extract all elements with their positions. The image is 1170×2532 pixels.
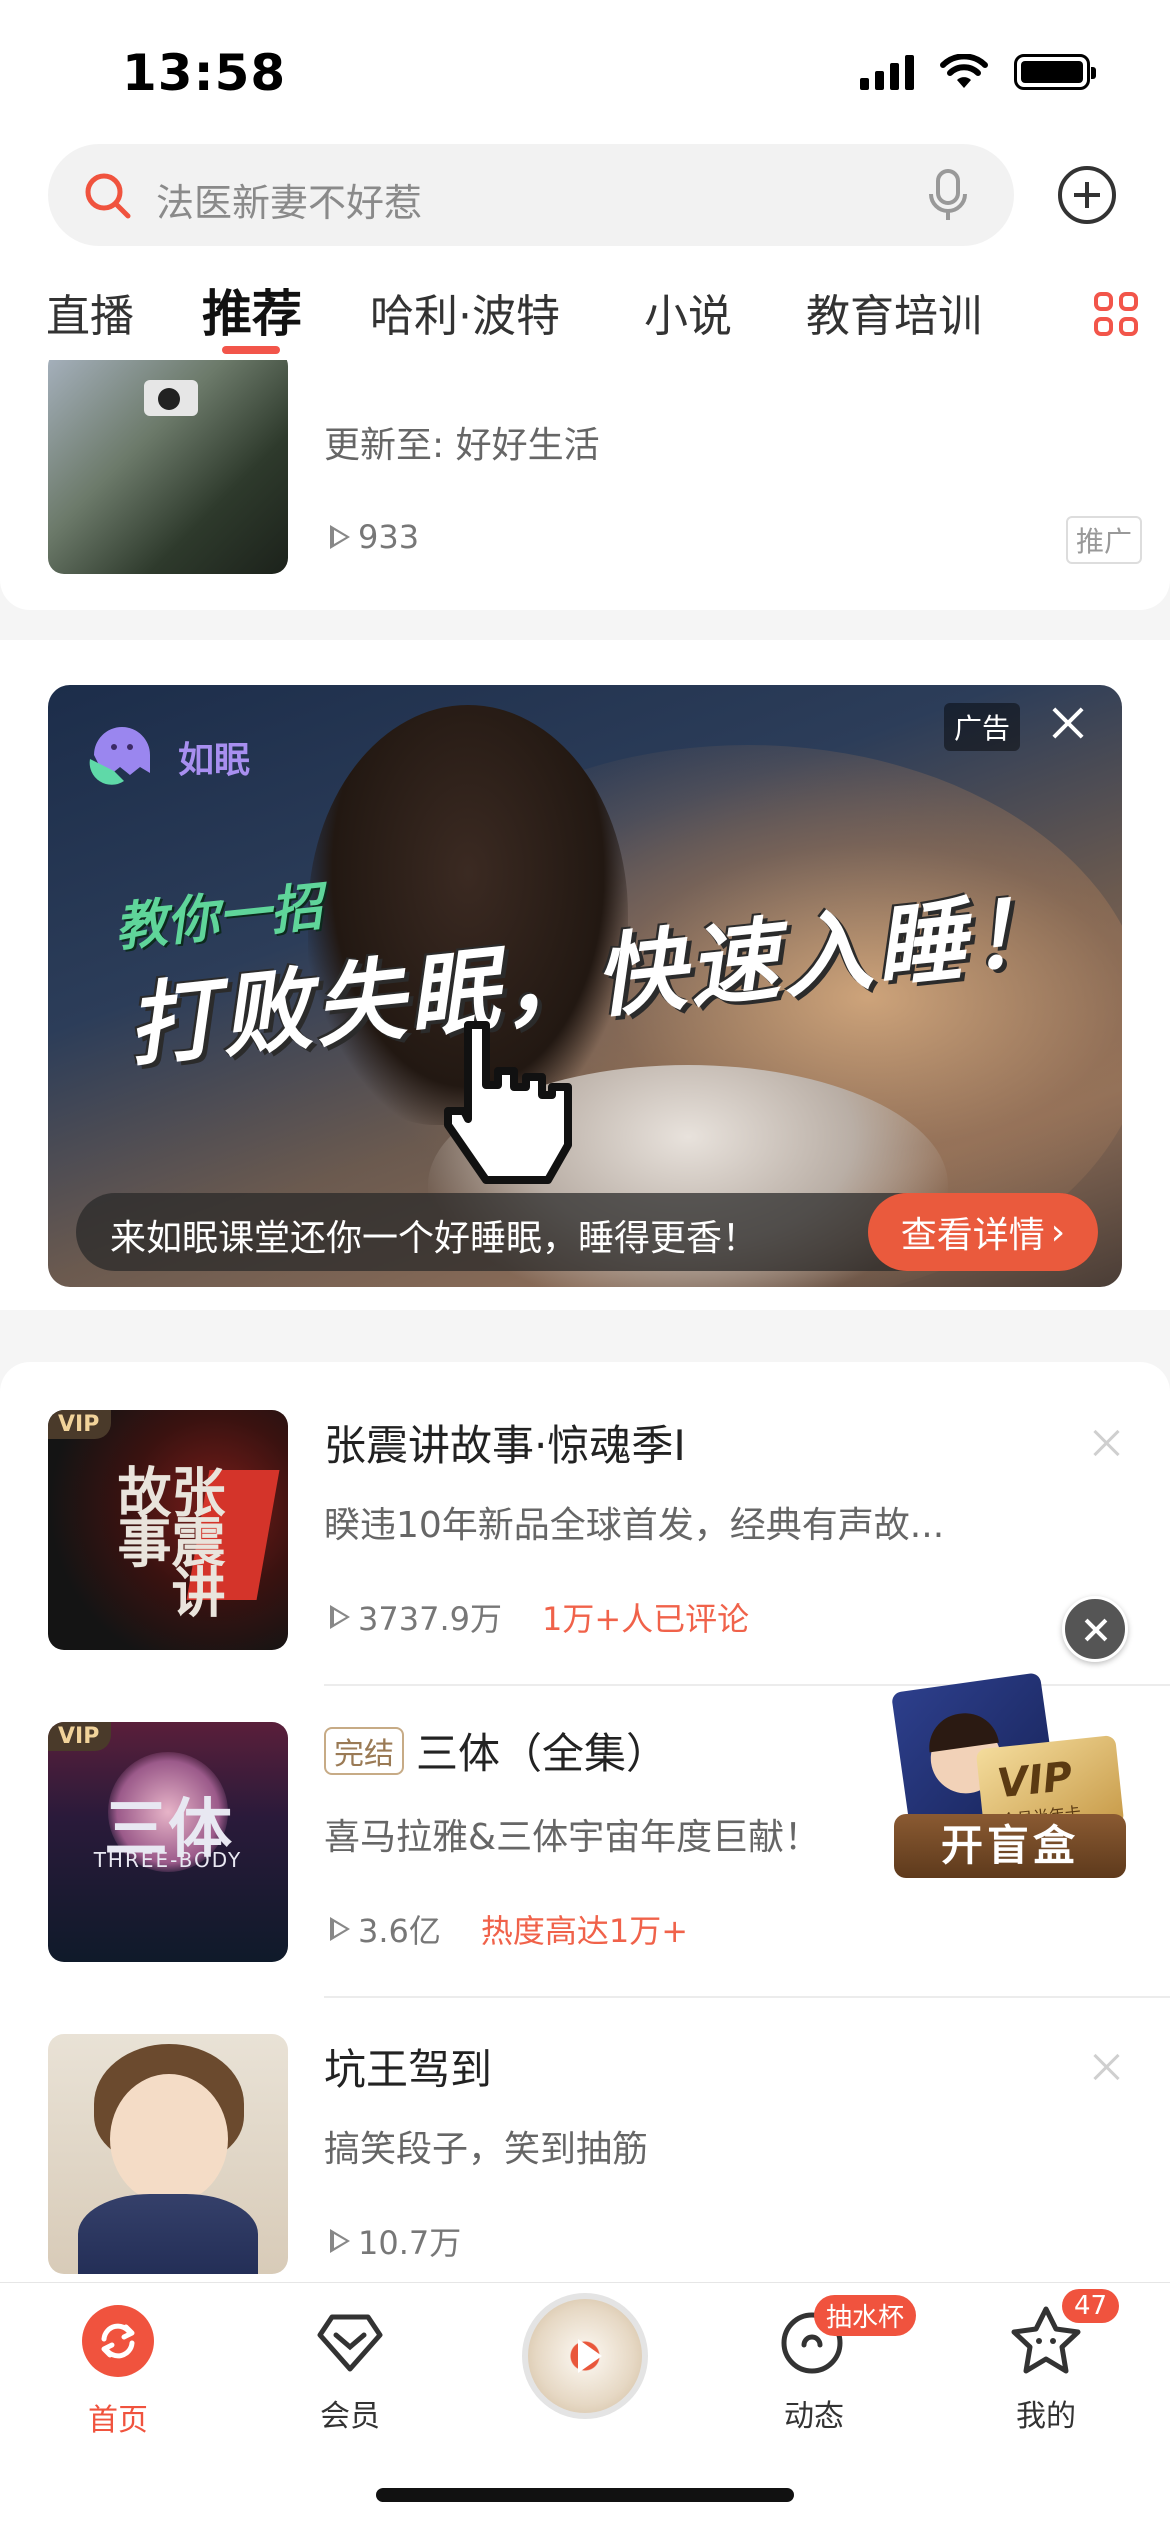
dynamic-icon: 抽水杯 [774, 2295, 917, 2381]
tab-novel[interactable]: 小说 [644, 280, 732, 344]
search-placeholder: 法医新妻不好惹 [156, 181, 423, 225]
play-count: 3.6亿 [358, 1912, 441, 1950]
list-item[interactable]: 张震讲故事 VIP 张震讲故事·惊魂季I 睽违10年新品全球首发，经典有声故..… [0, 1362, 1170, 1686]
open-blind-box-button[interactable]: 开盲盒 [894, 1814, 1126, 1878]
vip-badge: VIP [48, 1410, 112, 1439]
item-description: 搞笑段子，笑到抽筋 [324, 2129, 649, 2170]
notification-count-badge: 47 [1062, 2289, 1120, 2323]
nav-badge: 抽水杯 [814, 2295, 917, 2336]
item-cover-image [48, 2034, 288, 2274]
all-categories-icon[interactable] [1094, 292, 1138, 336]
view-details-button[interactable]: 查看详情 › [868, 1193, 1098, 1271]
play-count: 10.7万 [358, 2224, 462, 2262]
ad-section: 如眠 广告 教你一招 打败失眠，快速入睡！ 来如眠课堂还你一个好睡眠，睡得更香！… [0, 640, 1170, 1310]
close-promo-icon[interactable] [1062, 1596, 1128, 1662]
completed-badge: 完结 [324, 1727, 404, 1775]
item-description: 睽违10年新品全球首发，经典有声故... [324, 1505, 945, 1546]
refresh-icon [82, 2305, 154, 2377]
play-count-icon [330, 1605, 350, 1629]
item-meta: 3737.9万 1万+人已评论 [330, 1594, 749, 1640]
item-highlight: 1万+人已评论 [541, 1600, 750, 1638]
promoted-tag: 推广 [1065, 516, 1142, 564]
tab-live[interactable]: 直播 [46, 280, 134, 344]
ad-caption: 来如眠课堂还你一个好睡眠，睡得更香！ [110, 1218, 759, 1259]
play-count-icon [330, 525, 350, 549]
promoted-card[interactable]: 更新至: 好好生活 933 推广 [0, 360, 1170, 610]
item-highlight: 热度高达1万+ [480, 1912, 689, 1950]
cellular-signal-icon [860, 54, 914, 90]
item-meta: 10.7万 [330, 2218, 461, 2264]
ad-label: 广告 [943, 703, 1020, 751]
star-face-icon: 47 [1006, 2289, 1120, 2381]
battery-icon [1014, 54, 1096, 90]
item-title: 坑王驾到 [324, 2045, 493, 2094]
wifi-icon [940, 54, 988, 88]
status-icons [860, 54, 1096, 90]
dismiss-icon[interactable] [1092, 2052, 1122, 2082]
pointer-hand-icon [444, 1021, 572, 1184]
item-title: 张震讲故事·惊魂季I [324, 1421, 686, 1470]
blind-box-promo[interactable]: VIP 会员半年卡 开盲盒 [890, 1672, 1130, 1892]
nav-label: 动态 [784, 2399, 844, 2434]
nav-home[interactable]: 首页 [28, 2301, 208, 2439]
play-count-icon [330, 1917, 350, 1941]
microphone-icon[interactable] [926, 168, 970, 224]
item-meta: 3.6亿 热度高达1万+ [330, 1906, 688, 1952]
category-tabs: 直播 推荐 哈利·波特 小说 教育培训 [0, 260, 1170, 360]
search-row: 法医新妻不好惹 [0, 130, 1170, 260]
nav-label: 会员 [320, 2399, 380, 2434]
diamond-icon [310, 2301, 390, 2381]
nav-label: 我的 [1016, 2399, 1076, 2434]
close-ad-icon[interactable] [1048, 703, 1088, 743]
status-time: 13:58 [122, 44, 287, 102]
list-item[interactable]: 坑王驾到 搞笑段子，笑到抽筋 10.7万 [0, 1986, 1170, 2298]
item-title: 完结 三体（全集） [324, 1720, 668, 1781]
play-count: 933 [358, 518, 420, 556]
vip-badge: VIP [48, 1722, 112, 1751]
add-button[interactable] [1058, 166, 1116, 224]
tab-education[interactable]: 教育培训 [806, 280, 982, 344]
ad-banner[interactable]: 如眠 广告 教你一招 打败失眠，快速入睡！ 来如眠课堂还你一个好睡眠，睡得更香！… [48, 685, 1122, 1287]
nav-member[interactable]: 会员 [260, 2301, 440, 2435]
search-box[interactable]: 法医新妻不好惹 [48, 144, 1014, 246]
ad-brand-name: 如眠 [178, 740, 251, 781]
dismiss-icon[interactable] [1092, 1428, 1122, 1458]
play-disc-icon[interactable] [522, 2293, 648, 2419]
promoted-cover-image [48, 360, 288, 574]
status-bar: 13:58 [0, 0, 1170, 130]
promoted-meta: 933 [330, 518, 419, 556]
promoted-subtitle: 更新至: 好好生活 [324, 425, 600, 466]
nav-dynamic[interactable]: 抽水杯 动态 [724, 2295, 917, 2435]
nav-mine[interactable]: 47 我的 [956, 2289, 1136, 2435]
item-cover-image: 张震讲故事 VIP [48, 1410, 288, 1650]
home-indicator [376, 2488, 794, 2502]
tab-recommend[interactable]: 推荐 [202, 274, 302, 346]
play-count-icon [330, 2229, 350, 2253]
brand-logo-icon [89, 727, 150, 785]
active-tab-indicator [222, 346, 280, 354]
chevron-right-icon: › [1050, 1211, 1066, 1253]
nav-label: 首页 [88, 2403, 148, 2438]
play-count: 3737.9万 [358, 1600, 502, 1638]
ad-caption-bar: 来如眠课堂还你一个好睡眠，睡得更香！ 查看详情 › [76, 1193, 1098, 1271]
search-icon [85, 173, 131, 219]
item-cover-image: 三体 THREE-BODY VIP [48, 1722, 288, 1962]
tab-harry-potter[interactable]: 哈利·波特 [370, 280, 560, 344]
item-description: 喜马拉雅&三体宇宙年度巨献！ [324, 1817, 821, 1858]
